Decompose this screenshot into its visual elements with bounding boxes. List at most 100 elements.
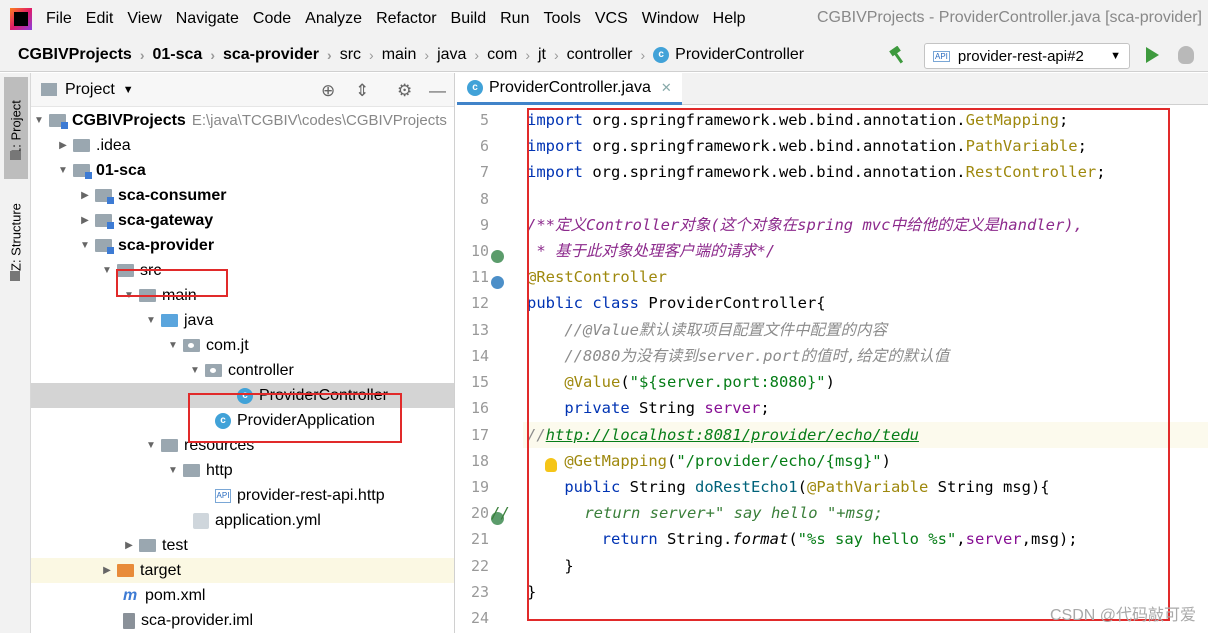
- folder-icon: [41, 83, 57, 96]
- menu-vcs[interactable]: VCS: [595, 10, 628, 28]
- class-icon: c: [653, 46, 670, 63]
- tree-item-sca-consumer[interactable]: ▶ sca-consumer: [31, 183, 454, 208]
- tree-item-target[interactable]: ▶ target: [31, 558, 454, 583]
- tree-item-01-sca[interactable]: ▼ 01-sca: [31, 158, 454, 183]
- menu-view[interactable]: View: [127, 10, 161, 28]
- class-icon: c: [467, 79, 483, 96]
- debug-bug-icon[interactable]: [1178, 46, 1194, 64]
- tree-item-idea[interactable]: ▶ .idea: [31, 133, 454, 158]
- expand-arrow-icon[interactable]: ▼: [99, 265, 115, 276]
- bean-gutter-icon[interactable]: [491, 250, 504, 263]
- crumb-provider-controller[interactable]: c ProviderController: [653, 46, 804, 64]
- menu-refactor[interactable]: Refactor: [376, 10, 436, 28]
- bean-gutter-icon[interactable]: [491, 276, 504, 289]
- menu-window[interactable]: Window: [642, 10, 699, 28]
- module-folder-icon: [95, 189, 114, 204]
- gear-icon[interactable]: ⚙: [397, 81, 412, 101]
- crumb-jt[interactable]: jt ›: [538, 46, 567, 64]
- line-number: 12: [470, 294, 489, 312]
- menu-build[interactable]: Build: [451, 10, 487, 28]
- menu-edit[interactable]: Edit: [86, 10, 114, 28]
- expand-arrow-icon[interactable]: ▼: [77, 240, 93, 251]
- tree-item-label: sca-consumer: [118, 186, 227, 204]
- crumb-src[interactable]: src ›: [340, 46, 382, 64]
- tree-item-sca-provider-iml[interactable]: sca-provider.iml: [31, 608, 454, 633]
- line-number: 24: [470, 609, 489, 627]
- tree-item-label: CGBIVProjects: [72, 111, 186, 129]
- tool-window-project-tab[interactable]: 1: Project: [4, 77, 28, 179]
- tree-item-label: pom.xml: [145, 586, 206, 604]
- project-path: E:\java\TCGBIV\codes\CGBIVProjects: [191, 112, 447, 129]
- locate-crosshair-icon[interactable]: ⊕: [321, 81, 335, 101]
- project-view-title[interactable]: Project: [65, 81, 115, 99]
- tree-item-label: http: [206, 461, 233, 479]
- collapse-arrow-icon[interactable]: ▶: [55, 140, 71, 151]
- tab-provider-controller[interactable]: c ProviderController.java ✕: [457, 73, 682, 105]
- menu-help[interactable]: Help: [713, 10, 746, 28]
- tree-item-http[interactable]: ▼ http: [31, 458, 454, 483]
- crumb-java[interactable]: java ›: [437, 46, 487, 64]
- expand-arrow-icon[interactable]: ▼: [55, 165, 71, 176]
- menu-navigate[interactable]: Navigate: [176, 10, 239, 28]
- tree-item-src[interactable]: ▼ src: [31, 258, 454, 283]
- expand-arrow-icon[interactable]: ▼: [165, 340, 181, 351]
- collapse-arrow-icon[interactable]: ▶: [121, 540, 137, 551]
- tree-item-cgbivprojects[interactable]: ▼ CGBIVProjects E:\java\TCGBIV\codes\CGB…: [31, 108, 454, 133]
- tree-item-controller[interactable]: ▼ controller: [31, 358, 454, 383]
- run-configuration-label: provider-rest-api#2: [957, 47, 1084, 65]
- expand-arrow-icon[interactable]: ▼: [31, 115, 47, 126]
- menu-code[interactable]: Code: [253, 10, 291, 28]
- crumb-controller[interactable]: controller ›: [567, 46, 653, 64]
- build-hammer-icon[interactable]: [888, 46, 908, 64]
- folder-icon: [139, 539, 156, 552]
- module-folder-icon: [95, 214, 114, 229]
- crumb-01-sca[interactable]: 01-sca ›: [152, 46, 223, 64]
- editor-area: c ProviderController.java ✕ 5 6 7 8 9 10…: [457, 73, 1208, 633]
- navigation-bar: CGBIVProjects › 01-sca › sca-provider › src…: [0, 38, 1208, 72]
- module-folder-icon: [49, 114, 68, 129]
- menu-tools[interactable]: Tools: [543, 10, 580, 28]
- tree-item-label: target: [140, 561, 181, 579]
- collapse-arrow-icon[interactable]: ▶: [77, 215, 93, 226]
- line-number: 10: [470, 242, 489, 260]
- tree-item-java[interactable]: ▼ java: [31, 308, 454, 333]
- expand-arrow-icon[interactable]: ▼: [187, 365, 203, 376]
- expand-arrow-icon[interactable]: ▼: [143, 315, 159, 326]
- tree-item-sca-gateway[interactable]: ▶ sca-gateway: [31, 208, 454, 233]
- tree-item-label: com.jt: [206, 336, 249, 354]
- iml-file-icon: [123, 612, 135, 629]
- tree-item-sca-provider[interactable]: ▼ sca-provider: [31, 233, 454, 258]
- module-folder-icon: [95, 239, 114, 254]
- tree-item-main[interactable]: ▼ main: [31, 283, 454, 308]
- editor-tab-bar: c ProviderController.java ✕: [457, 73, 1208, 105]
- menu-run[interactable]: Run: [500, 10, 529, 28]
- collapse-all-icon[interactable]: ⇕: [355, 81, 369, 101]
- tree-item-test[interactable]: ▶ test: [31, 533, 454, 558]
- crumb-main[interactable]: main ›: [382, 46, 437, 64]
- tree-item-label: application.yml: [215, 511, 321, 529]
- tree-item-pom-xml[interactable]: m pom.xml: [31, 583, 454, 608]
- expand-arrow-icon[interactable]: ▼: [165, 465, 181, 476]
- expand-arrow-icon[interactable]: ▼: [143, 440, 159, 451]
- run-icon[interactable]: [1146, 47, 1159, 63]
- chevron-down-icon: ▼: [1110, 50, 1121, 62]
- collapse-arrow-icon[interactable]: ▶: [99, 565, 115, 576]
- line-number: 20: [470, 504, 489, 522]
- chevron-down-icon[interactable]: ▼: [123, 84, 134, 96]
- close-tab-icon[interactable]: ✕: [661, 80, 672, 96]
- collapse-arrow-icon[interactable]: ▶: [77, 190, 93, 201]
- hide-icon[interactable]: —: [429, 81, 446, 101]
- tree-item-provider-rest-api-http[interactable]: API provider-rest-api.http: [31, 483, 454, 508]
- project-folder-icon: [10, 151, 21, 160]
- tree-item-application-yml[interactable]: application.yml: [31, 508, 454, 533]
- menu-analyze[interactable]: Analyze: [305, 10, 362, 28]
- tree-item-com-jt[interactable]: ▼ com.jt: [31, 333, 454, 358]
- run-configuration-select[interactable]: API provider-rest-api#2 ▼: [924, 43, 1130, 69]
- line-number: 11: [470, 268, 489, 286]
- crumb-com[interactable]: com ›: [487, 46, 538, 64]
- tree-item-label: test: [162, 536, 188, 554]
- editor-gutter: 5 6 7 8 9 10 11 12 13 14 15 16 17 18 19 …: [457, 106, 557, 633]
- crumb-project[interactable]: CGBIVProjects ›: [18, 46, 152, 64]
- crumb-sca-provider[interactable]: sca-provider ›: [223, 46, 340, 64]
- menu-file[interactable]: File: [46, 10, 72, 28]
